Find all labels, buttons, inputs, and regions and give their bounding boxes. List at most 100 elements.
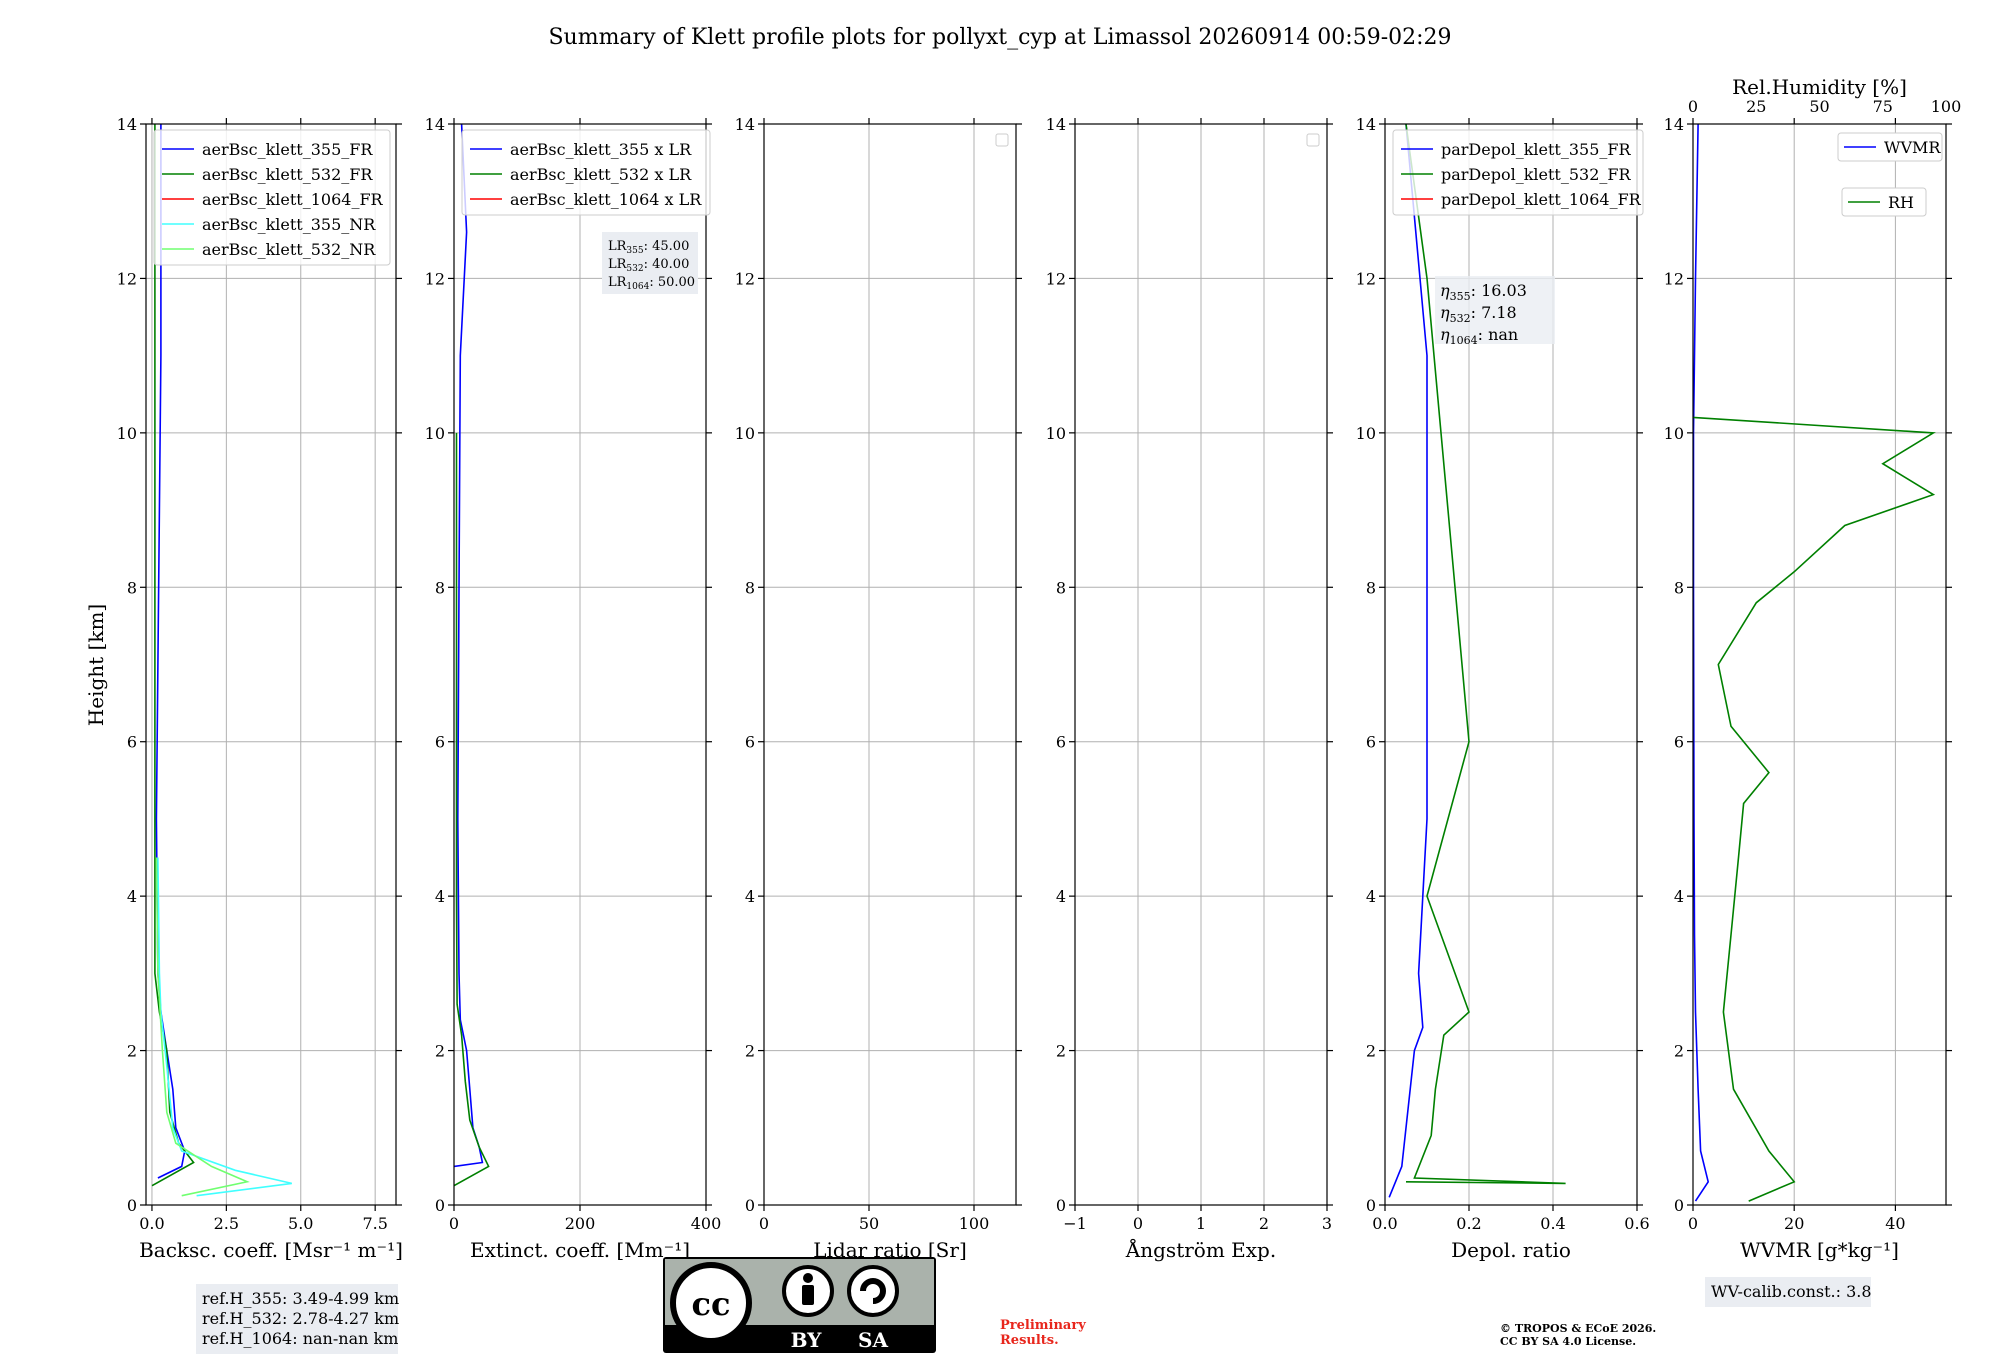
legend-entry: aerBsc_klett_1064_FR [202,190,384,209]
x-tick-label: 0 [1688,1214,1698,1233]
legend-entry: RH [1888,193,1914,212]
legend-entry: aerBsc_klett_532_NR [202,240,376,259]
lr-info-line: LR355: 45.00 [608,239,689,256]
legend-entry: aerBsc_klett_355_FR [202,140,373,159]
top-tick-label: 50 [1809,97,1829,116]
y-tick-label: 4 [1366,887,1376,906]
svg-text:BY: BY [791,1328,823,1352]
x-tick-label: 3 [1322,1214,1332,1233]
y-tick-label: 2 [1674,1042,1684,1061]
legend-entry: parDepol_klett_532_FR [1441,165,1632,184]
y-tick-label: 12 [1664,269,1684,288]
y-tick-label: 8 [435,578,445,597]
x-tick-label: 0.2 [1456,1214,1481,1233]
x-tick-label: 2.5 [214,1214,239,1233]
info-line: WV-calib.const.: 3.8 [1711,1282,1872,1301]
top-tick-label: 75 [1873,97,1893,116]
y-tick-label: 6 [1674,733,1684,752]
copyright-note: © TROPOS & ECoE 2026. CC BY SA 4.0 Licens… [1500,1322,1657,1348]
x-tick-label: 0.0 [139,1214,164,1233]
svg-text:SA: SA [858,1328,888,1352]
y-tick-label: 12 [735,269,755,288]
x-axis-label: Ångström Exp. [1125,1237,1276,1262]
legend-entry: aerBsc_klett_532_FR [202,165,373,184]
y-tick-label: 10 [117,424,137,443]
x-tick-label: 5.0 [288,1214,313,1233]
panel-3: 024681012140 50 100Lidar ratio [Sr] [735,115,1022,1262]
x-tick-label: 400 [691,1214,722,1233]
y-tick-label: 14 [1664,115,1684,134]
legend-entry: parDepol_klett_1064_FR [1441,190,1642,209]
panel-1: 0 2 4 6 8 10 12 14 0.0 2.5 5.0 7.5 Backsc. coeff. [M… [117,115,403,1354]
y-tick-label: 10 [735,424,755,443]
panel-6: 024681012140 20 40WVMR [g*kg⁻¹]0 25 50 75 100R… [1664,75,1962,1307]
x-tick-label: 100 [959,1214,990,1233]
x-tick-label: 40 [1885,1214,1905,1233]
x-tick-label: 0 [759,1214,769,1233]
panel-2: 0 2 4 6 8 10 12 14 0 200 400Extinct. coeff. [Mm⁻¹]… [425,115,722,1262]
x-axis-label: WVMR [g*kg⁻¹] [1740,1238,1899,1262]
y-tick-label: 14 [1356,115,1376,134]
klett-profile-figure: Summary of Klett profile plots for polly… [84,25,1962,1354]
y-tick-label: 0 [1366,1196,1376,1215]
y-tick-label: 8 [745,578,755,597]
x-axis-label: Depol. ratio [1451,1238,1571,1262]
legend-entry: aerBsc_klett_532 x LR [510,165,692,184]
y-tick-label: 0 [127,1196,137,1215]
axes-frame [763,123,1017,1206]
x-tick-label: 200 [565,1214,596,1233]
empty-legend [995,133,1009,147]
cc-by-sa-badge: cc BY SA [663,1257,936,1353]
x-tick-label: 0.0 [1372,1214,1397,1233]
preliminary-note: Preliminary Results. [1000,1318,1086,1348]
info-line: ref.H_532: 2.78-4.27 km [202,1309,399,1328]
x-axis-label: Extinct. coeff. [Mm⁻¹] [470,1238,690,1262]
y-tick-label: 4 [127,887,137,906]
legend-entry: parDepol_klett_355_FR [1441,140,1632,159]
x-tick-label: 0 [1133,1214,1143,1233]
y-tick-label: 8 [1056,578,1066,597]
legend-entry: aerBsc_klett_355 x LR [510,140,692,159]
y-tick-label: 2 [1056,1042,1066,1061]
y-tick-label: 10 [425,424,445,443]
y-tick-label: 12 [117,269,137,288]
y-tick-label: 10 [1046,424,1066,443]
y-tick-label: 6 [1056,733,1066,752]
y-tick-label: 14 [117,115,137,134]
x-tick-label: 7.5 [362,1214,387,1233]
x-tick-label: −1 [1063,1214,1087,1233]
x-tick-label: 20 [1784,1214,1804,1233]
y-tick-label: 4 [745,887,755,906]
x-tick-label: 50 [859,1214,879,1233]
y-tick-label: 6 [1366,733,1376,752]
y-tick-label: 2 [1366,1042,1376,1061]
top-tick-label: 100 [1931,97,1962,116]
y-tick-label: 14 [735,115,755,134]
y-axis-label: Height [km] [84,604,108,726]
y-tick-label: 8 [1366,578,1376,597]
y-tick-label: 2 [745,1042,755,1061]
series-line-6-1 [1693,124,1710,1202]
series-line-1-5 [155,857,250,1197]
x-axis-label: Backsc. coeff. [Msr⁻¹ m⁻¹] [139,1238,403,1262]
top-axis-label: Rel.Humidity [%] [1732,75,1907,99]
y-tick-label: 8 [1674,578,1684,597]
y-tick-label: 12 [1046,269,1066,288]
legend-entry: WVMR [1884,138,1941,157]
y-tick-label: 4 [1674,887,1684,906]
top-tick-label: 0 [1688,97,1698,116]
y-tick-label: 12 [1356,269,1376,288]
y-tick-label: 4 [435,887,445,906]
x-tick-label: 1 [1196,1214,1206,1233]
panel-4: 02468101214−1 0 1 2 3Ångström Exp. [1046,115,1333,1262]
x-tick-label: 0 [449,1214,459,1233]
y-tick-label: 6 [127,733,137,752]
info-line: ref.H_355: 3.49-4.99 km [202,1289,399,1308]
lr-info-line: LR1064: 50.00 [608,275,695,292]
series-line-6-2 [1693,416,1936,1202]
y-tick-label: 8 [127,578,137,597]
y-tick-label: 2 [127,1042,137,1061]
figure-title: Summary of Klett profile plots for polly… [548,25,1451,50]
series-line-5-1 [1388,124,1428,1198]
legend-entry: aerBsc_klett_1064 x LR [510,190,702,209]
